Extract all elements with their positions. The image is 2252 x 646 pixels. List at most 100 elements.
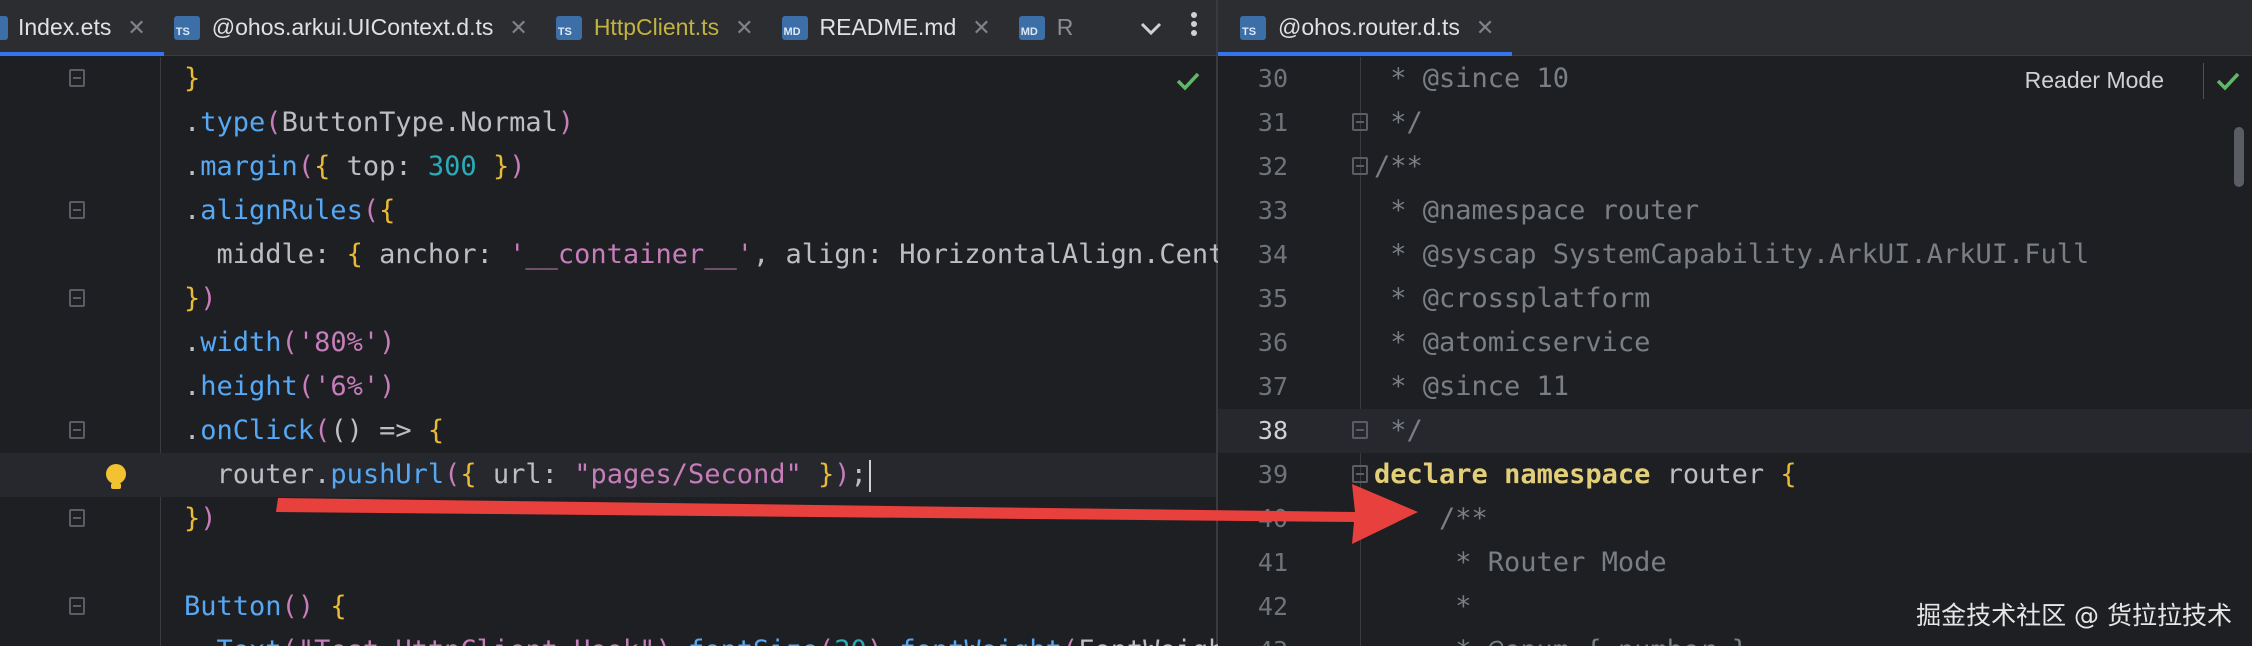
tab-r[interactable]: MD R [1009, 0, 1073, 55]
tab-label: @ohos.arkui.UIContext.d.ts [211, 14, 494, 40]
code-token: alignRules [200, 195, 363, 226]
code-text: .height('6%') [184, 365, 395, 409]
code-token: ( [314, 415, 331, 446]
line-number: 38 [1257, 416, 1288, 445]
code-line[interactable]: .height('6%') [0, 365, 1216, 409]
code-line[interactable]: 39 declare namespace router { [1218, 453, 2252, 497]
fold-marker-icon[interactable] [69, 289, 85, 307]
tab-readme[interactable]: MD README.md ✕ [772, 0, 1009, 55]
fold-marker-icon[interactable] [69, 201, 85, 219]
more-vertical-icon[interactable] [1190, 11, 1198, 44]
code-token: top: [330, 151, 428, 182]
tab-httpclient[interactable]: TS HttpClient.ts ✕ [546, 0, 772, 55]
code-token: Text [217, 635, 282, 646]
watermark: 掘金技术社区 @ 货拉拉技术 [1916, 601, 2232, 630]
code-token: ) [867, 635, 883, 646]
close-icon[interactable]: ✕ [127, 15, 145, 41]
code-token: ) [200, 283, 217, 314]
code-token: * @enum { number } [1374, 635, 1748, 646]
fold-marker-icon[interactable] [69, 69, 85, 87]
code-token: ) [557, 107, 575, 138]
code-line[interactable]: .alignRules({ [0, 189, 1216, 233]
fold-marker-icon[interactable] [69, 421, 85, 439]
fold-marker-icon[interactable] [69, 597, 85, 615]
code-token: { [330, 591, 347, 622]
code-text: */ [1374, 409, 1423, 453]
code-token: () => [330, 415, 428, 446]
code-token: . [184, 107, 201, 138]
check-icon [2216, 71, 2240, 91]
code-token: . [672, 635, 688, 646]
code-line[interactable]: 38 */ [1218, 409, 2252, 453]
right-editor[interactable]: 30 * @since 10 31 */ 32 /** 33 * @namespace … [1218, 57, 2252, 646]
code-line[interactable]: 36 * @atomicservice [1218, 321, 2252, 365]
line-number: 36 [1257, 328, 1288, 357]
code-text: * @since 10 [1374, 57, 1569, 101]
code-text: .alignRules({ [184, 189, 395, 233]
code-line[interactable]: .width('80%') [0, 321, 1216, 365]
code-token: router [1650, 459, 1781, 490]
line-number: 35 [1257, 284, 1288, 313]
tab-label: HttpClient.ts [593, 14, 720, 40]
fold-marker-icon[interactable] [1352, 157, 1368, 175]
code-token: type [200, 107, 266, 138]
code-line[interactable]: 35 * @crossplatform [1218, 277, 2252, 321]
code-line[interactable]: 40 /** [1218, 497, 2252, 541]
code-token: . [184, 327, 201, 358]
fold-marker-icon[interactable] [69, 509, 85, 527]
close-icon[interactable]: ✕ [509, 15, 527, 41]
code-token: * [1374, 591, 1472, 622]
line-number: 31 [1257, 108, 1288, 137]
fold-marker-icon[interactable] [1352, 421, 1368, 439]
tab-router-dts[interactable]: TS @ohos.router.d.ts ✕ [1218, 0, 1513, 56]
code-line[interactable]: .type(ButtonType.Normal) [0, 101, 1216, 145]
code-token: { [346, 239, 363, 270]
fold-marker-icon[interactable] [1352, 113, 1368, 131]
fold-marker-icon[interactable] [1352, 465, 1368, 483]
code-line[interactable]: } [0, 57, 1216, 101]
code-line[interactable]: }) [0, 497, 1216, 541]
code-line[interactable] [0, 541, 1216, 585]
left-editor[interactable]: } .type(ButtonType.Normal) .margin({ top: … [0, 57, 1257, 646]
ts-file-icon: TS [173, 15, 200, 40]
code-token: ( [282, 635, 298, 646]
code-line[interactable]: 41 * Router Mode [1218, 541, 2252, 585]
code-token: * @since 10 [1374, 63, 1570, 94]
code-line[interactable]: Text("Test HttpClient Hook").fontSize(20… [0, 629, 1241, 646]
code-token: } [184, 63, 201, 94]
chevron-down-icon[interactable] [1140, 13, 1162, 43]
tab-index-ets[interactable]: Index.ets ✕ [0, 0, 164, 56]
close-icon[interactable]: ✕ [735, 15, 753, 41]
code-token: ( [444, 459, 461, 490]
code-token: * @syscap SystemCapability.ArkUI.ArkUI.F… [1374, 239, 2090, 270]
code-line[interactable]: 37 * @since 11 [1218, 365, 2252, 409]
line-number: 33 [1257, 196, 1288, 225]
reader-mode-button[interactable]: Reader Mode [2025, 67, 2164, 94]
code-line[interactable]: 31 */ [1218, 101, 2252, 145]
close-icon[interactable]: ✕ [1476, 15, 1494, 41]
close-icon[interactable]: ✕ [972, 15, 990, 41]
code-token: . [184, 151, 201, 182]
code-line[interactable]: }) [0, 277, 1216, 321]
code-text: }) [184, 497, 217, 541]
code-token: * @atomicservice [1374, 327, 1651, 358]
tab-label: Index.ets [18, 14, 112, 40]
code-token: namespace [1504, 459, 1651, 490]
code-line[interactable]: Button() { [0, 585, 1216, 629]
code-line[interactable]: 33 * @namespace router [1218, 189, 2252, 233]
code-line[interactable]: middle: { anchor: '__container__', align… [0, 233, 1257, 277]
code-line[interactable]: 34 * @syscap SystemCapability.ArkUI.ArkU… [1218, 233, 2252, 277]
code-line[interactable]: router.pushUrl({ url: "pages/Second" }); [0, 453, 1216, 497]
code-line[interactable]: 32 /** [1218, 145, 2252, 189]
code-text: middle: { anchor: '__container__', align… [184, 233, 1257, 277]
lightbulb-icon[interactable] [103, 461, 129, 489]
code-line[interactable]: .margin({ top: 300 }) [0, 145, 1216, 189]
code-text: .margin({ top: 300 }) [184, 145, 525, 189]
code-line[interactable]: .onClick(() => { [0, 409, 1216, 453]
code-token: ; [850, 459, 867, 490]
tab-uicontext[interactable]: TS @ohos.arkui.UIContext.d.ts ✕ [164, 0, 546, 55]
code-token: ) [509, 151, 526, 182]
scrollbar-thumb[interactable] [2234, 127, 2244, 187]
